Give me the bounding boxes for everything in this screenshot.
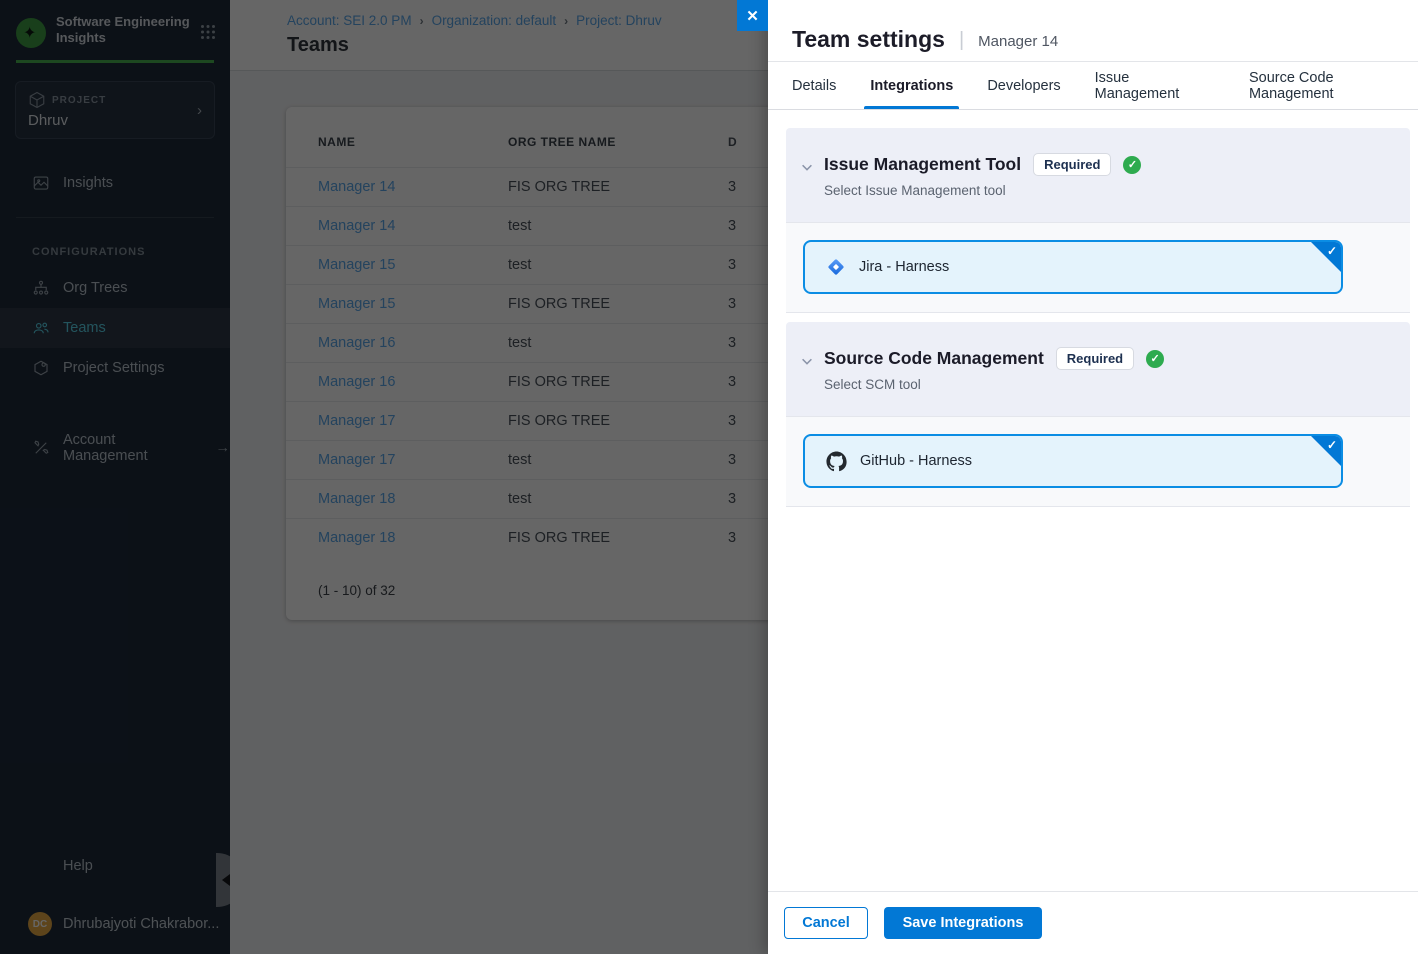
selected-check-icon: ✓: [1327, 438, 1337, 452]
required-badge: Required: [1033, 153, 1111, 176]
save-integrations-button[interactable]: Save Integrations: [884, 907, 1042, 939]
integration-card-jira[interactable]: Jira - Harness ✓: [803, 240, 1343, 294]
issue-management-section: Issue Management Tool Required ✓ Select …: [786, 128, 1410, 313]
required-badge: Required: [1056, 347, 1134, 370]
tab-issue-management[interactable]: Issue Management: [1095, 62, 1215, 109]
tab-details[interactable]: Details: [792, 62, 836, 109]
scm-section: Source Code Management Required ✓ Select…: [786, 322, 1410, 507]
close-drawer-button[interactable]: ✕: [737, 0, 768, 31]
integration-card-github[interactable]: GitHub - Harness ✓: [803, 434, 1343, 488]
github-icon: [826, 451, 847, 472]
close-icon: ✕: [746, 7, 759, 25]
modal-dim-overlay[interactable]: [0, 0, 768, 954]
scm-section-header: Source Code Management Required ✓ Select…: [786, 322, 1410, 416]
section-subtitle: Select Issue Management tool: [824, 183, 1141, 198]
jira-icon: [826, 257, 846, 277]
integration-name: Jira - Harness: [859, 259, 949, 275]
issue-management-section-header: Issue Management Tool Required ✓ Select …: [786, 128, 1410, 222]
chevron-down-icon[interactable]: [800, 160, 814, 174]
integration-name: GitHub - Harness: [860, 453, 972, 469]
section-complete-check-icon: ✓: [1123, 156, 1141, 174]
section-title: Issue Management Tool: [824, 154, 1021, 175]
tab-integrations[interactable]: Integrations: [870, 62, 953, 109]
tab-source-code-management[interactable]: Source Code Management: [1249, 62, 1418, 109]
chevron-down-icon[interactable]: [800, 354, 814, 368]
selected-check-icon: ✓: [1327, 244, 1337, 258]
team-settings-drawer: Team settings | Manager 14 Details Integ…: [768, 0, 1418, 954]
drawer-content: Issue Management Tool Required ✓ Select …: [768, 110, 1418, 507]
drawer-tabs: Details Integrations Developers Issue Ma…: [768, 62, 1418, 110]
drawer-team-name: Manager 14: [978, 33, 1058, 50]
section-subtitle: Select SCM tool: [824, 377, 1164, 392]
tab-developers[interactable]: Developers: [987, 62, 1060, 109]
drawer-footer: Cancel Save Integrations: [768, 891, 1418, 954]
section-complete-check-icon: ✓: [1146, 350, 1164, 368]
cancel-button[interactable]: Cancel: [784, 907, 868, 939]
drawer-header: Team settings | Manager 14: [768, 0, 1418, 62]
scm-section-body: GitHub - Harness ✓: [786, 416, 1410, 507]
drawer-title: Team settings: [792, 26, 945, 53]
issue-management-section-body: Jira - Harness ✓: [786, 222, 1410, 313]
title-divider: |: [959, 29, 964, 52]
section-title: Source Code Management: [824, 348, 1044, 369]
